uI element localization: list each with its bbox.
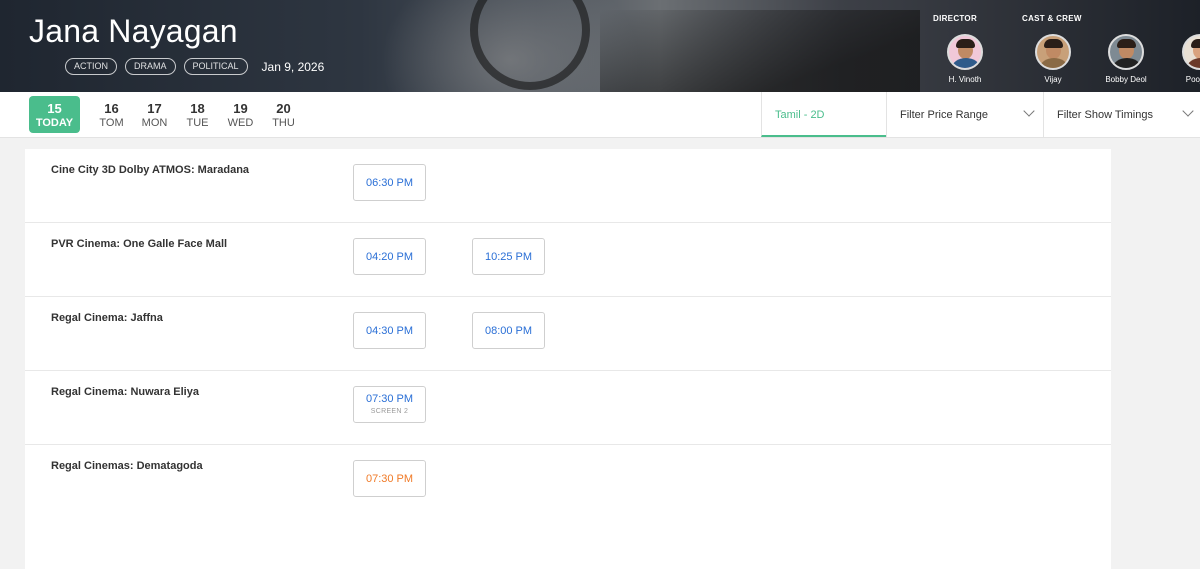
date-day: THU	[272, 117, 295, 129]
showtimes-list: Cine City 3D Dolby ATMOS: Maradana 06:30…	[25, 149, 1111, 569]
date-option-today[interactable]: 15 TODAY	[29, 96, 80, 133]
genre-tags: ACTION DRAMA POLITICAL Jan 9, 2026	[65, 58, 324, 75]
crew-name: H. Vinoth	[948, 75, 982, 84]
price-range-label: Filter Price Range	[900, 109, 989, 121]
showtime-label: 04:30 PM	[365, 325, 414, 337]
showtime-label: 10:25 PM	[484, 251, 533, 263]
showtime-button[interactable]: 10:25 PM	[472, 238, 545, 275]
date-number: 19	[233, 101, 248, 116]
showtime-label: 06:30 PM	[365, 177, 414, 189]
date-day: MON	[141, 117, 168, 129]
date-day: WED	[227, 117, 254, 129]
cinema-name[interactable]: PVR Cinema: One Galle Face Mall	[51, 238, 227, 250]
language-format-filter[interactable]: Tamil - 2D	[761, 92, 886, 137]
banner-image-shadow	[600, 10, 920, 92]
cinema-row: Cine City 3D Dolby ATMOS: Maradana 06:30…	[25, 149, 1111, 223]
showtime-button[interactable]: 04:30 PM	[353, 312, 426, 349]
price-range-filter[interactable]: Filter Price Range	[886, 92, 1043, 137]
date-number: 18	[190, 101, 205, 116]
cinema-name[interactable]: Regal Cinema: Jaffna	[51, 312, 163, 324]
genre-tag-political[interactable]: POLITICAL	[183, 58, 248, 75]
movie-hero-banner: Jana Nayagan ACTION DRAMA POLITICAL Jan …	[0, 0, 1200, 92]
date-number: 16	[104, 101, 119, 116]
date-day: TUE	[186, 117, 209, 129]
avatar	[1182, 34, 1200, 70]
crew-member-actor[interactable]: Bobby Deol	[1091, 34, 1161, 84]
date-number: 17	[147, 101, 162, 116]
avatar	[947, 34, 983, 70]
showtime-button[interactable]: 08:00 PM	[472, 312, 545, 349]
cinema-row: Regal Cinema: Jaffna 04:30 PM 08:00 PM	[25, 297, 1111, 371]
cast-crew-heading: CAST & CREW	[1022, 14, 1082, 23]
date-option[interactable]: 16 TOM	[90, 96, 133, 133]
director-heading: DIRECTOR	[933, 14, 978, 23]
crew-name: Vijay	[1044, 75, 1062, 84]
showtime-label: 07:30 PM	[365, 473, 414, 485]
date-option[interactable]: 20 THU	[262, 96, 305, 133]
date-number: 15	[47, 101, 62, 116]
date-day: TOM	[99, 117, 124, 129]
date-day: TODAY	[35, 117, 74, 129]
chevron-down-icon	[1023, 105, 1035, 117]
show-timings-label: Filter Show Timings	[1057, 109, 1153, 121]
genre-tag-action[interactable]: ACTION	[65, 58, 118, 75]
date-option[interactable]: 18 TUE	[176, 96, 219, 133]
crew-member-director[interactable]: H. Vinoth	[930, 34, 1000, 84]
cinema-row: PVR Cinema: One Galle Face Mall 04:20 PM…	[25, 223, 1111, 297]
crew-name: Bobby Deol	[1105, 75, 1147, 84]
crew-member-actor[interactable]: Pooja H	[1165, 34, 1200, 84]
language-format-label: Tamil - 2D	[775, 109, 825, 121]
date-number: 20	[276, 101, 291, 116]
cinema-name[interactable]: Regal Cinema: Nuwara Eliya	[51, 386, 199, 398]
crew-member-actor[interactable]: Vijay	[1018, 34, 1088, 84]
show-timings-filter[interactable]: Filter Show Timings	[1043, 92, 1200, 137]
genre-tag-drama[interactable]: DRAMA	[125, 58, 176, 75]
chevron-down-icon	[1182, 105, 1194, 117]
showtime-button[interactable]: 04:20 PM	[353, 238, 426, 275]
cinema-row: Regal Cinemas: Dematagoda 07:30 PM	[25, 445, 1111, 519]
release-date: Jan 9, 2026	[261, 59, 325, 74]
avatar	[1108, 34, 1144, 70]
cinema-name[interactable]: Regal Cinemas: Dematagoda	[51, 460, 203, 472]
date-option[interactable]: 17 MON	[133, 96, 176, 133]
showtime-label: 08:00 PM	[484, 325, 533, 337]
showtime-label: 07:30 PM	[365, 393, 414, 405]
showtime-label: 04:20 PM	[365, 251, 414, 263]
cinema-name[interactable]: Cine City 3D Dolby ATMOS: Maradana	[51, 164, 249, 176]
date-and-filter-bar: 15 TODAY 16 TOM 17 MON 18 TUE 19 WED 20 …	[0, 92, 1200, 138]
cinema-row: Regal Cinema: Nuwara Eliya 07:30 PM SCRE…	[25, 371, 1111, 445]
showtime-button[interactable]: 06:30 PM	[353, 164, 426, 201]
avatar	[1035, 34, 1071, 70]
movie-title: Jana Nayagan	[29, 13, 238, 49]
showtime-button-filling-fast[interactable]: 07:30 PM	[353, 460, 426, 497]
showtime-button[interactable]: 07:30 PM SCREEN 2	[353, 386, 426, 423]
date-selector: 15 TODAY 16 TOM 17 MON 18 TUE 19 WED 20 …	[29, 96, 305, 133]
crew-name: Pooja H	[1185, 75, 1200, 84]
date-option[interactable]: 19 WED	[219, 96, 262, 133]
screen-label: SCREEN 2	[370, 408, 409, 415]
